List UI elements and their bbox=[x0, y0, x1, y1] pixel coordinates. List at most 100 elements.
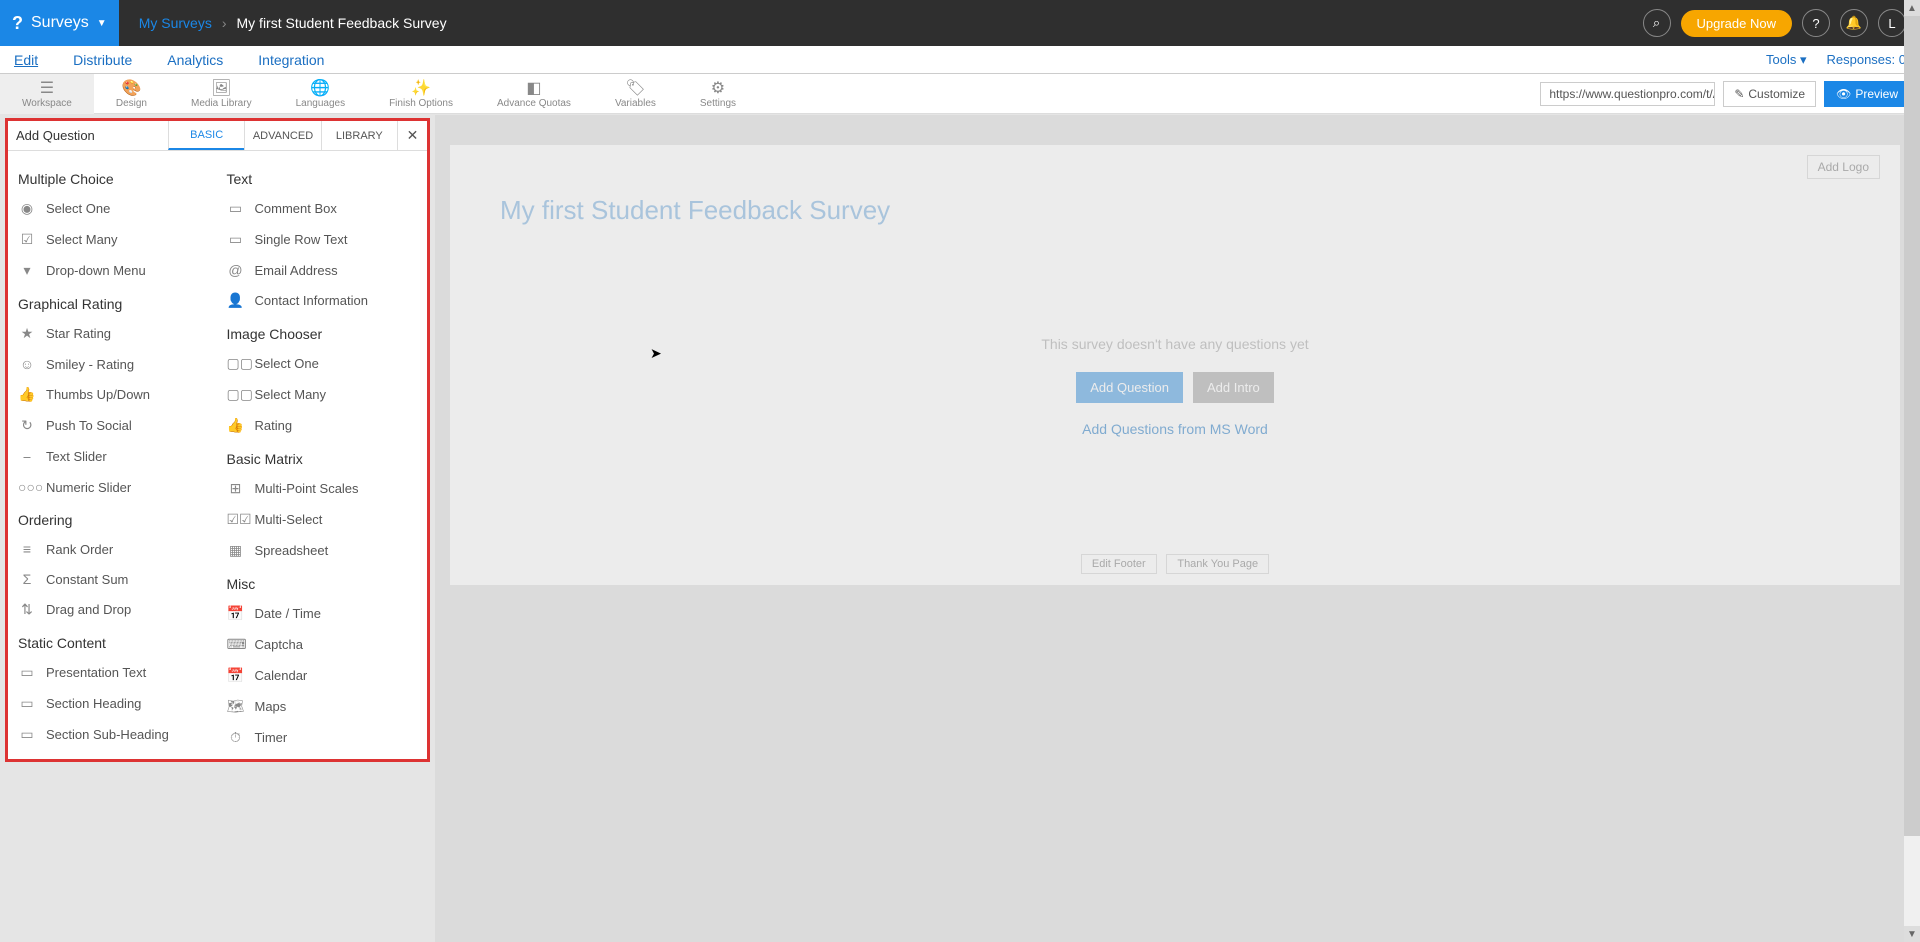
logo-icon: ? bbox=[12, 13, 23, 34]
qtype-img-select-one[interactable]: ▢▢Select One bbox=[223, 348, 422, 379]
menu-bar: Edit Distribute Analytics Integration To… bbox=[0, 46, 1920, 74]
qtype-timer[interactable]: ⏱Timer bbox=[223, 722, 422, 753]
menu-distribute[interactable]: Distribute bbox=[73, 52, 132, 68]
qtype-smiley-rating[interactable]: ☺Smiley - Rating bbox=[14, 349, 213, 379]
menu-tools[interactable]: Tools ▾ bbox=[1766, 52, 1807, 68]
checkbox-icon: ☑ bbox=[18, 231, 36, 248]
subheading-icon: ▭ bbox=[18, 726, 36, 743]
qtype-select-one[interactable]: ◉Select One bbox=[14, 193, 213, 224]
menu-analytics[interactable]: Analytics bbox=[167, 52, 223, 68]
calendar-icon: 📅 bbox=[227, 667, 245, 684]
qtype-single-row-text[interactable]: ▭Single Row Text bbox=[223, 224, 422, 255]
help-button[interactable]: ? bbox=[1802, 9, 1830, 37]
group-graphical-rating: Graphical Rating bbox=[14, 286, 213, 318]
qtype-push-social[interactable]: ↻Push To Social bbox=[14, 410, 213, 441]
upgrade-button[interactable]: Upgrade Now bbox=[1681, 10, 1793, 37]
close-panel-button[interactable]: ✕ bbox=[397, 121, 427, 150]
star-icon: ★ bbox=[18, 325, 36, 342]
qtype-img-select-many[interactable]: ▢▢Select Many bbox=[223, 379, 422, 410]
qtype-numeric-slider[interactable]: ○○○Numeric Slider bbox=[14, 472, 213, 502]
dropdown-icon: ▾ bbox=[18, 262, 36, 279]
qtype-captcha[interactable]: ⌨Captcha bbox=[223, 629, 422, 660]
modal-overlay bbox=[435, 115, 1920, 942]
sigma-icon: Σ bbox=[18, 571, 36, 587]
tool-finish[interactable]: ✨Finish Options bbox=[367, 74, 475, 114]
qtype-maps[interactable]: 🗺Maps bbox=[223, 691, 422, 722]
qtype-section-heading[interactable]: ▭Section Heading bbox=[14, 688, 213, 719]
menu-edit[interactable]: Edit bbox=[14, 52, 38, 68]
qtype-star-rating[interactable]: ★Star Rating bbox=[14, 318, 213, 349]
qtype-contact[interactable]: 👤Contact Information bbox=[223, 285, 422, 316]
qtype-email[interactable]: @Email Address bbox=[223, 255, 422, 285]
map-icon: 🗺 bbox=[227, 698, 245, 715]
qtype-dropdown[interactable]: ▾Drop-down Menu bbox=[14, 255, 213, 286]
qtype-text-slider[interactable]: ⎯Text Slider bbox=[14, 441, 213, 472]
group-multiple-choice: Multiple Choice bbox=[14, 161, 213, 193]
qtype-date-time[interactable]: 📅Date / Time bbox=[223, 598, 422, 629]
menu-integration[interactable]: Integration bbox=[258, 52, 324, 68]
group-misc: Misc bbox=[223, 566, 422, 598]
image-rating-icon: 👍 bbox=[227, 417, 245, 434]
avatar-button[interactable]: L bbox=[1878, 9, 1906, 37]
tool-languages[interactable]: 🌐Languages bbox=[274, 74, 368, 114]
gear-icon: ⚙ bbox=[711, 78, 725, 96]
qtype-spreadsheet[interactable]: ▦Spreadsheet bbox=[223, 535, 422, 566]
wand-icon: ✨ bbox=[411, 78, 431, 96]
qtype-constant-sum[interactable]: ΣConstant Sum bbox=[14, 564, 213, 594]
preview-button[interactable]: 👁Preview bbox=[1824, 81, 1910, 107]
share-icon: ↻ bbox=[18, 417, 36, 434]
search-button[interactable]: ⌕ bbox=[1643, 9, 1671, 37]
scroll-up-button[interactable]: ▲ bbox=[1904, 0, 1920, 16]
responses-count[interactable]: Responses: 0 bbox=[1827, 52, 1907, 68]
scroll-down-button[interactable]: ▼ bbox=[1904, 926, 1920, 942]
app-switcher[interactable]: ? Surveys ▼ bbox=[0, 0, 119, 46]
app-name: Surveys bbox=[31, 14, 89, 32]
qtype-select-many[interactable]: ☑Select Many bbox=[14, 224, 213, 255]
at-icon: @ bbox=[227, 262, 245, 278]
matrix-icon: ⊞ bbox=[227, 480, 245, 497]
tab-library[interactable]: LIBRARY bbox=[321, 121, 397, 150]
tool-settings[interactable]: ⚙Settings bbox=[678, 74, 758, 114]
tab-basic[interactable]: BASIC bbox=[168, 121, 244, 150]
qtype-rank-order[interactable]: ≡Rank Order bbox=[14, 534, 213, 564]
tab-advanced[interactable]: ADVANCED bbox=[244, 121, 320, 150]
textarea-icon: ▭ bbox=[227, 200, 245, 217]
drag-icon: ⇅ bbox=[18, 601, 36, 618]
smiley-icon: ☺ bbox=[18, 356, 36, 372]
radio-icon: ◉ bbox=[18, 200, 36, 217]
qtype-multipoint-scales[interactable]: ⊞Multi-Point Scales bbox=[223, 473, 422, 504]
workspace-icon: ☰ bbox=[40, 78, 54, 96]
vertical-scrollbar[interactable]: ▲ ▼ bbox=[1904, 0, 1920, 942]
panel-title: Add Question bbox=[8, 121, 168, 150]
tool-quotas[interactable]: ◧Advance Quotas bbox=[475, 74, 593, 114]
tool-design[interactable]: 🎨Design bbox=[94, 74, 169, 114]
qtype-multi-select[interactable]: ☑☑Multi-Select bbox=[223, 504, 422, 535]
heading-icon: ▭ bbox=[18, 695, 36, 712]
qtype-section-subheading[interactable]: ▭Section Sub-Heading bbox=[14, 719, 213, 750]
slider-num-icon: ○○○ bbox=[18, 479, 36, 495]
question-types-col1: Multiple Choice ◉Select One ☑Select Many… bbox=[14, 161, 213, 753]
tool-variables[interactable]: 🏷Variables bbox=[593, 74, 678, 114]
scroll-thumb[interactable] bbox=[1904, 16, 1920, 836]
survey-url[interactable]: https://www.questionpro.com/t/A bbox=[1540, 82, 1715, 106]
top-right-actions: ⌕ Upgrade Now ? 🔔 L bbox=[1643, 9, 1920, 37]
group-ordering: Ordering bbox=[14, 502, 213, 534]
slider-icon: ⎯ bbox=[18, 448, 36, 465]
tool-workspace[interactable]: ☰Workspace bbox=[0, 74, 94, 114]
qtype-img-rating[interactable]: 👍Rating bbox=[223, 410, 422, 441]
pencil-icon: ✎ bbox=[1734, 87, 1744, 101]
captcha-icon: ⌨ bbox=[227, 636, 245, 653]
tool-media[interactable]: 🖼Media Library bbox=[169, 74, 274, 114]
eye-icon: 👁 bbox=[1836, 87, 1851, 101]
qtype-drag-drop[interactable]: ⇅Drag and Drop bbox=[14, 594, 213, 625]
qtype-comment-box[interactable]: ▭Comment Box bbox=[223, 193, 422, 224]
notifications-button[interactable]: 🔔 bbox=[1840, 9, 1868, 37]
qtype-presentation-text[interactable]: ▭Presentation Text bbox=[14, 657, 213, 688]
close-icon: ✕ bbox=[407, 127, 419, 144]
qtype-thumbs[interactable]: 👍Thumbs Up/Down bbox=[14, 379, 213, 410]
qtype-calendar[interactable]: 📅Calendar bbox=[223, 660, 422, 691]
help-icon: ? bbox=[1812, 16, 1819, 31]
customize-button[interactable]: ✎Customize bbox=[1723, 81, 1816, 107]
timer-icon: ⏱ bbox=[227, 729, 245, 746]
breadcrumb-root[interactable]: My Surveys bbox=[139, 15, 212, 31]
